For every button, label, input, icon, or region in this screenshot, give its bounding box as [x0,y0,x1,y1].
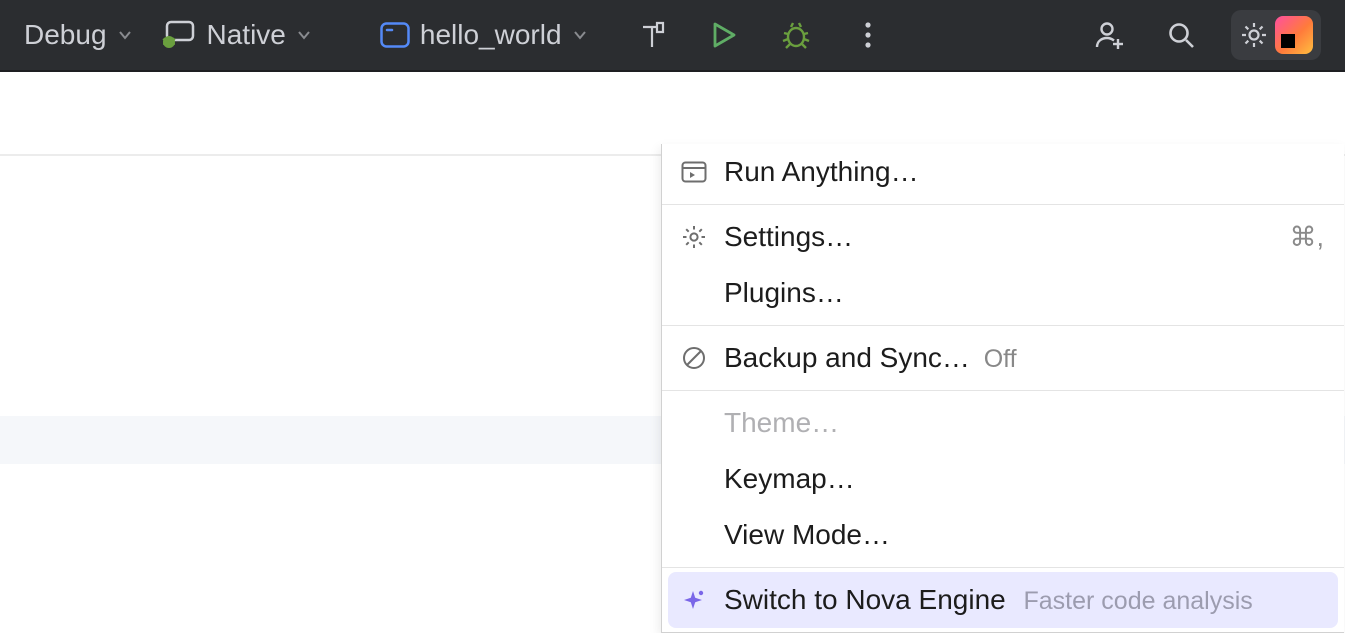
more-button[interactable] [846,13,890,57]
gear-icon [1239,20,1269,50]
main-toolbar: Debug Native [0,0,1345,72]
run-button[interactable] [702,13,746,57]
chevron-down-icon [117,27,133,43]
menu-separator [662,325,1344,326]
sparkle-icon [680,588,708,612]
menu-label: Backup and Sync… Off [724,342,1324,374]
menu-view-mode[interactable]: View Mode… [662,507,1344,563]
bug-icon [781,21,811,49]
menu-theme[interactable]: Theme… [662,395,1344,451]
debug-button[interactable] [774,13,818,57]
menu-keymap[interactable]: Keymap… [662,451,1344,507]
menu-label: Settings… [724,221,1273,253]
play-icon [711,21,737,49]
collaborate-button[interactable] [1087,13,1131,57]
gear-icon [680,224,708,250]
disabled-icon [680,346,708,370]
menu-backup-sync[interactable]: Backup and Sync… Off [662,330,1344,386]
search-button[interactable] [1159,13,1203,57]
settings-popup: Run Anything… Settings… ⌘, Plugins… [661,144,1344,633]
run-anything-icon [680,161,708,183]
build-mode-label: Debug [24,19,107,51]
menu-shortcut: ⌘, [1289,222,1324,253]
add-user-icon [1094,21,1124,49]
editor-area: Run Anything… Settings… ⌘, Plugins… [0,72,1345,558]
menu-label: Keymap… [724,463,1324,495]
menu-label: View Mode… [724,519,1324,551]
product-logo-icon [1275,16,1313,54]
menu-settings[interactable]: Settings… ⌘, [662,209,1344,265]
terminal-icon [380,22,410,48]
menu-run-anything[interactable]: Run Anything… [662,144,1344,200]
chevron-down-icon [296,27,312,43]
build-mode-dropdown[interactable]: Debug [24,19,133,51]
target-dropdown[interactable]: Native [161,19,312,51]
run-config-dropdown[interactable]: hello_world [380,19,588,51]
search-icon [1167,21,1195,49]
menu-plugins[interactable]: Plugins… [662,265,1344,321]
menu-label: Theme… [724,407,1324,439]
monitor-bug-icon [161,20,197,50]
menu-separator [662,567,1344,568]
menu-separator [662,204,1344,205]
menu-separator [662,390,1344,391]
settings-button-active[interactable] [1231,10,1321,60]
target-label: Native [207,19,286,51]
menu-label: Switch to Nova Engine Faster code analys… [724,584,1318,616]
build-button[interactable] [630,13,674,57]
menu-switch-nova-engine[interactable]: Switch to Nova Engine Faster code analys… [668,572,1338,628]
run-config-label: hello_world [420,19,562,51]
menu-label: Plugins… [724,277,1324,309]
menu-label: Run Anything… [724,156,1324,188]
hammer-icon [637,20,667,50]
more-vertical-icon [864,21,872,49]
chevron-down-icon [572,27,588,43]
